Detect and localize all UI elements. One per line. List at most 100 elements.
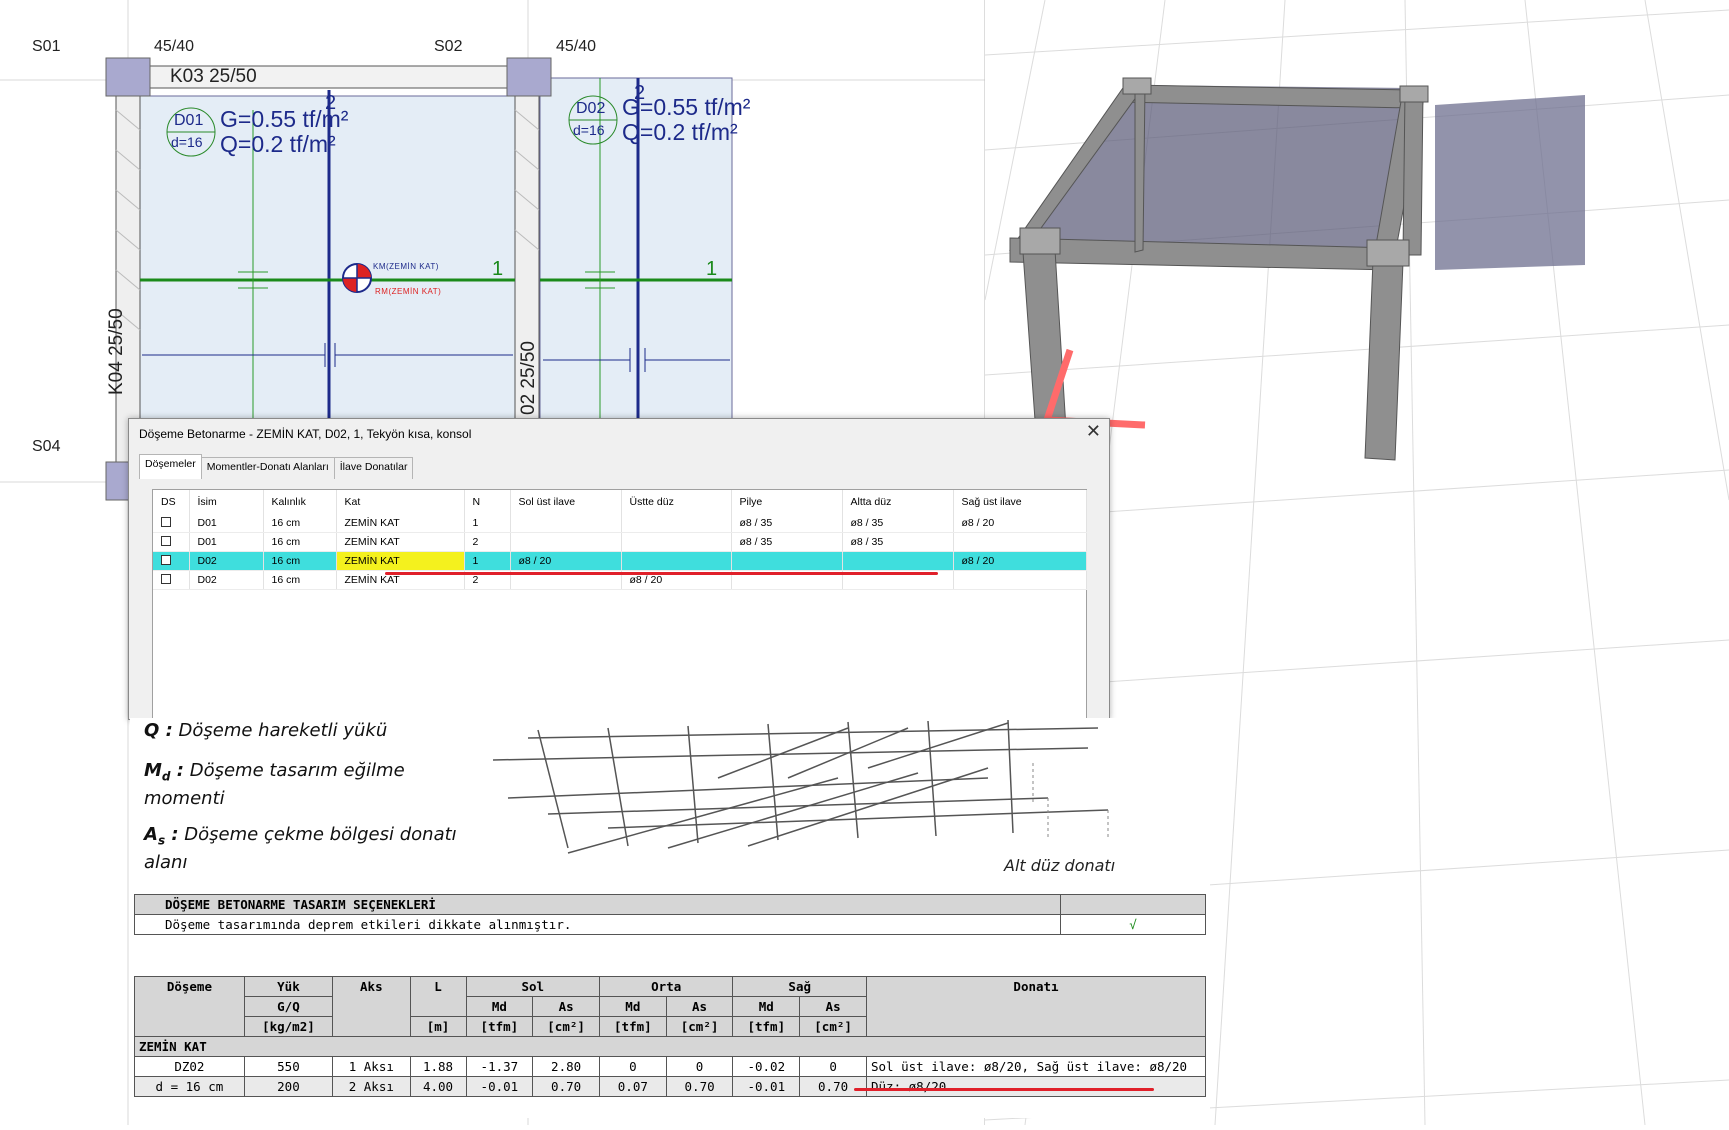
slab-design-dialog[interactable]: Döşeme Betonarme - ZEMİN KAT, D02, 1, Te…: [128, 418, 1110, 731]
cell-name[interactable]: D01: [189, 514, 264, 533]
cell-sol-md: -0.01: [465, 1076, 534, 1097]
tab-slabs[interactable]: Döşemeler: [139, 454, 202, 479]
cell-sol[interactable]: [510, 514, 622, 533]
column-header[interactable]: İsim: [189, 490, 264, 514]
cell-orta-md: 0: [598, 1056, 667, 1077]
cell-altta[interactable]: ø8 / 35: [842, 514, 954, 533]
cell-sag-md: -0.01: [732, 1076, 801, 1097]
table-header-row: DS İsim Kalınlık Kat N Sol üst ilave Üst…: [153, 490, 1087, 514]
cell-aks: 2 Aksı: [332, 1076, 411, 1097]
cell-name[interactable]: D02: [189, 551, 264, 571]
options-title: DÖŞEME BETONARME TASARIM SEÇENEKLERİ: [134, 894, 1061, 915]
cell-sag[interactable]: ø8 / 20: [953, 514, 1087, 533]
cell-n[interactable]: 1: [464, 514, 511, 533]
column-header[interactable]: Sol üst ilave: [510, 490, 622, 514]
column-s02: [506, 57, 552, 97]
km-label: KM(ZEMİN KAT): [373, 262, 439, 271]
header-orta: Orta: [598, 976, 734, 997]
table-row[interactable]: D01 16 cm ZEMİN KAT 1 ø8 / 35 ø8 / 35 ø8…: [153, 514, 1087, 533]
cell-thickness[interactable]: 16 cm: [263, 570, 337, 590]
header-sag: Sağ: [732, 976, 867, 997]
header-unit-tfm: [tfm]: [598, 1016, 667, 1037]
close-icon[interactable]: ✕: [1086, 421, 1101, 442]
direction-label: 1: [706, 258, 718, 280]
cell-n[interactable]: 2: [464, 532, 511, 552]
header-unit-cm2: [cm²]: [799, 1016, 867, 1037]
row-checkbox[interactable]: [161, 516, 171, 527]
cell-orta-md: 0.07: [598, 1076, 667, 1097]
header-as: As: [799, 996, 867, 1017]
rm-label: RM(ZEMİN KAT): [375, 287, 442, 296]
cell-name[interactable]: D02: [189, 570, 264, 590]
column-s01: [105, 57, 151, 97]
table-row[interactable]: D01 16 cm ZEMİN KAT 2 ø8 / 35 ø8 / 35: [153, 532, 1087, 552]
cell-yuk: 550: [243, 1056, 334, 1077]
cell-thickness[interactable]: 16 cm: [263, 532, 337, 552]
cell-altta[interactable]: ø8 / 35: [842, 532, 954, 552]
slab-live-load-d02: Q=0.2 tf/m²: [622, 119, 738, 145]
column-header[interactable]: Altta düz: [842, 490, 954, 514]
column-header[interactable]: N: [464, 490, 511, 514]
header-yuk: Yük: [243, 976, 334, 997]
cell-name[interactable]: D01: [189, 532, 264, 552]
axis-label-s01: S01: [32, 38, 61, 55]
cell-sag[interactable]: [953, 570, 1087, 590]
header-as: As: [665, 996, 734, 1017]
cell-ustte[interactable]: [621, 532, 732, 552]
cell-ustte[interactable]: [621, 514, 732, 533]
cell-thickness[interactable]: 16 cm: [263, 551, 337, 571]
header-l: L: [409, 976, 467, 1017]
direction-label: 2: [634, 82, 646, 104]
beam-label-k02: 02 25/50: [518, 341, 539, 415]
cell-sol-as: 0.70: [532, 1076, 600, 1097]
cell-floor[interactable]: ZEMİN KAT: [336, 551, 465, 571]
figure-label: Alt düz donatı: [1004, 856, 1116, 875]
annotation-underline: [385, 572, 938, 575]
legend-as: As : Döşeme çekme bölgesi donatı alanı: [144, 824, 457, 873]
tab-moments[interactable]: Momentler-Donatı Alanları: [200, 457, 335, 479]
cell-sol[interactable]: [510, 532, 622, 552]
cell-floor[interactable]: ZEMİN KAT: [336, 532, 465, 552]
header-aks: Aks: [332, 976, 411, 1037]
cell-thickness[interactable]: 16 cm: [263, 514, 337, 533]
column-header[interactable]: Kat: [336, 490, 465, 514]
annotation-underline: [854, 1088, 1154, 1091]
cell-sol[interactable]: ø8 / 20: [510, 551, 622, 571]
tab-extra-rebar[interactable]: İlave Donatılar: [333, 457, 414, 479]
column-header[interactable]: DS: [153, 490, 190, 514]
design-options-table: DÖŞEME BETONARME TASARIM SEÇENEKLERİ Döş…: [134, 894, 1206, 935]
header-md: Md: [732, 996, 801, 1017]
row-checkbox[interactable]: [161, 554, 171, 565]
axis-label-s04: S04: [32, 438, 61, 455]
row-checkbox[interactable]: [161, 535, 171, 546]
cell-pilye[interactable]: ø8 / 35: [731, 514, 843, 533]
cell-pilye[interactable]: [731, 551, 843, 571]
cell-sol-md: -1.37: [465, 1056, 534, 1077]
group-row: ZEMİN KAT: [134, 1036, 1206, 1057]
column-header[interactable]: Sağ üst ilave: [953, 490, 1087, 514]
cell-altta[interactable]: [842, 551, 954, 571]
header-donati: Donatı: [866, 976, 1206, 1037]
cell-donati: Sol üst ilave: ø8/20, Sağ üst ilave: ø8/…: [866, 1056, 1206, 1077]
cell-donati: Düz: ø8/20: [866, 1076, 1206, 1097]
cell-sag[interactable]: [953, 532, 1087, 552]
slab-grid[interactable]: DS İsim Kalınlık Kat N Sol üst ilave Üst…: [152, 489, 1087, 731]
direction-label: 1: [492, 258, 504, 280]
cell-pilye[interactable]: ø8 / 35: [731, 532, 843, 552]
cell-sag-as: 0: [799, 1056, 867, 1077]
column-header[interactable]: Kalınlık: [263, 490, 337, 514]
cell-sag-as: 0.70: [799, 1076, 867, 1097]
column-header[interactable]: Üstte düz: [621, 490, 732, 514]
table-row-selected[interactable]: D02 16 cm ZEMİN KAT 1 ø8 / 20 ø8 / 20: [153, 551, 1087, 571]
cell-sag[interactable]: ø8 / 20: [953, 551, 1087, 571]
check-icon: √: [1060, 914, 1206, 935]
cell-n[interactable]: 1: [464, 551, 511, 571]
header-md: Md: [598, 996, 667, 1017]
column-header[interactable]: Pilye: [731, 490, 843, 514]
cell-floor[interactable]: ZEMİN KAT: [336, 514, 465, 533]
dialog-title: Döşeme Betonarme - ZEMİN KAT, D02, 1, Te…: [139, 427, 472, 441]
header-unit-cm2: [cm²]: [665, 1016, 734, 1037]
cell-ustte[interactable]: [621, 551, 732, 571]
legend-md: Md : Döşeme tasarım eğilme momenti: [144, 760, 405, 809]
row-checkbox[interactable]: [161, 573, 171, 584]
